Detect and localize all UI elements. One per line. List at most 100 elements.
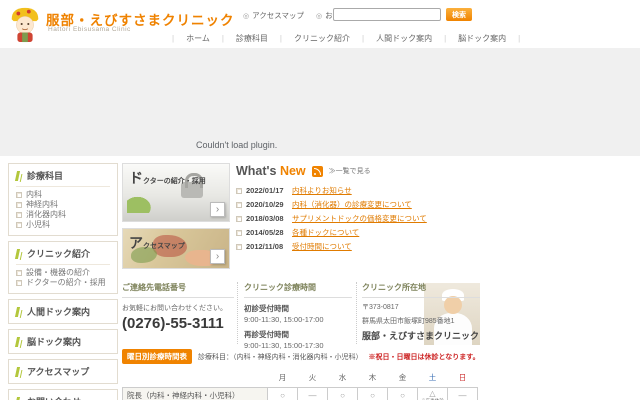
nav-item[interactable]: 脳ドック案内	[446, 33, 518, 44]
phone-section: ご連絡先電話番号 お気軽にお問い合わせください。 (0276)-55-3111	[122, 282, 234, 332]
sidebar-section-label: 人間ドック案内	[27, 307, 91, 317]
availability-symbol: ―	[308, 391, 317, 400]
schedule-holiday-note: ※祝日・日曜日は休診となります。	[368, 353, 480, 361]
day-header-水: 水	[338, 373, 347, 382]
sidebar-box: アクセスマップ	[8, 359, 118, 384]
utility-link-access-map[interactable]: ◎ アクセスマップ	[243, 10, 304, 21]
sidebar-item-label: 設備・機器の紹介	[26, 268, 90, 277]
availability-symbol: ―	[458, 391, 467, 400]
sidebar-item[interactable]: ドクターの紹介・採用	[16, 278, 110, 288]
banner-doctor-intro[interactable]: ドクターの紹介・採用 ›	[122, 163, 230, 222]
sidebar-section-title[interactable]: アクセスマップ	[14, 365, 110, 378]
square-bullet-icon	[236, 243, 242, 250]
day-header-土: 土	[428, 373, 437, 382]
column-divider	[237, 282, 238, 344]
day-header-木: 木	[368, 373, 377, 382]
news-link[interactable]: 各種ドックについて	[292, 227, 359, 238]
square-bullet-icon	[16, 270, 22, 276]
clinic-name: 服部・えびすさまクリニック	[362, 331, 480, 341]
page: 服部・えびすさまクリニック Hattori Ebisusama Clinic ◎…	[0, 0, 640, 400]
nav-item[interactable]: 診療科目	[224, 33, 280, 44]
main-nav: | ホーム | 診療科目 | クリニック紹介 | 人間ドック案内 | 脳ドック案内 |	[172, 33, 520, 44]
rss-icon[interactable]	[311, 165, 323, 177]
sidebar-box: 脳ドック案内	[8, 329, 118, 354]
sidebar-item[interactable]: 消化器内科	[16, 210, 110, 220]
banner-label: アクセスマップ	[129, 235, 185, 251]
square-bullet-icon	[16, 202, 22, 208]
schedule-cell: ―	[447, 387, 478, 400]
address: 群馬県太田市飯塚町985番地1	[362, 318, 455, 325]
square-bullet-icon	[236, 187, 242, 194]
square-bullet-icon	[16, 222, 22, 228]
availability-symbol: ○	[280, 391, 285, 400]
news-item: 2012/11/08 受付時間について	[236, 241, 480, 252]
schedule-corner-cell	[123, 370, 268, 388]
news-date: 2018/03/08	[246, 214, 284, 223]
plugin-error-message: Couldn't load plugin.	[196, 140, 278, 150]
sidebar-section-title[interactable]: お問い合わせ	[14, 395, 110, 400]
sidebar-item[interactable]: 神経内科	[16, 200, 110, 210]
list-marker-icon	[14, 396, 21, 400]
day-header-火: 火	[308, 373, 317, 382]
first-visit-label: 初診受付時間	[244, 304, 289, 313]
chevron-right-icon[interactable]: ›	[210, 249, 225, 264]
hours-section: クリニック診療時間 初診受付時間 9:00-11:30, 15:00-17:00…	[244, 282, 352, 350]
news-item: 2020/10/29 内科（消化器）の診療変更について	[236, 199, 480, 210]
nav-item[interactable]: 人間ドック案内	[364, 33, 444, 44]
sidebar-section-title[interactable]: クリニック紹介	[14, 247, 110, 260]
nav-item[interactable]: クリニック紹介	[282, 33, 362, 44]
news-link[interactable]: 内科（消化器）の診療変更について	[292, 199, 412, 210]
sidebar-section-title[interactable]: 診療科目	[14, 169, 110, 182]
sidebar-item[interactable]: 小児科	[16, 220, 110, 230]
sidebar-item[interactable]: 設備・機器の紹介	[16, 268, 110, 278]
list-marker-icon	[14, 248, 21, 259]
news-item: 2018/03/08 サプリメントドックの価格変更について	[236, 213, 480, 224]
news-date: 2014/05/28	[246, 228, 284, 237]
sidebar-item-label: ドクターの紹介・採用	[26, 278, 106, 287]
location-section-title: クリニック所在地	[362, 282, 480, 298]
column-divider	[356, 282, 357, 344]
news-item: 2014/05/28 各種ドックについて	[236, 227, 480, 238]
plant-decoration	[127, 195, 153, 213]
nav-separator: |	[518, 34, 521, 43]
schedule-subjects: 診療科目：（内科・神経内科・消化器内科・小児科）	[198, 353, 363, 361]
hours-section-title: クリニック診療時間	[244, 282, 352, 298]
double-arrow-icon: ≫	[328, 168, 336, 175]
square-bullet-icon	[236, 201, 242, 208]
search-input[interactable]	[333, 8, 441, 21]
news-date: 2022/01/17	[246, 186, 284, 195]
sidebar-item-label: 小児科	[26, 220, 50, 229]
day-header-月: 月	[278, 373, 287, 382]
sidebar-box: クリニック紹介 設備・機器の紹介 ドクターの紹介・採用	[8, 241, 118, 294]
banner-access-map[interactable]: アクセスマップ ›	[122, 228, 230, 269]
sidebar-item-label: 神経内科	[26, 200, 58, 209]
schedule-cell: △ ※午後休診	[417, 387, 448, 400]
chevron-right-icon[interactable]: ›	[210, 202, 225, 217]
whats-new-title: What's New	[236, 164, 306, 178]
schedule-row: 院長（内科・神経内科・小児科） ○ ― ○ ○ ○ △ ※午後休診 ―	[122, 387, 478, 400]
schedule-cell: ○	[327, 387, 358, 400]
search-button[interactable]: 検索	[446, 8, 472, 21]
schedule-section: 曜日別診療時間表 診療科目：（内科・神経内科・消化器内科・小児科） ※祝日・日曜…	[122, 349, 480, 400]
schedule-header-row: 月火水木金土日	[123, 370, 478, 388]
list-marker-icon	[14, 366, 21, 377]
sidebar-section-label: アクセスマップ	[27, 367, 90, 377]
sidebar-section-title[interactable]: 人間ドック案内	[14, 305, 110, 318]
view-all-news-link[interactable]: ≫一覧で見る	[329, 166, 371, 176]
sidebar-item[interactable]: 内科	[16, 190, 110, 200]
schedule-table: 月火水木金土日院長（内科・神経内科・小児科）○―○○○△※午後休診―副院長（内科…	[122, 370, 478, 400]
sidebar-section-label: クリニック紹介	[27, 249, 91, 259]
news-link[interactable]: 受付時間について	[292, 241, 352, 252]
nav-item[interactable]: ホーム	[174, 33, 222, 44]
sidebar-section-title[interactable]: 脳ドック案内	[14, 335, 110, 348]
sidebar-section-label: お問い合わせ	[27, 395, 81, 400]
sidebar-section-label: 脳ドック案内	[27, 337, 82, 347]
postal-code: 〒373-0817	[362, 304, 399, 311]
flash-plugin-area: Couldn't load plugin.	[0, 48, 640, 156]
news-item: 2022/01/17 内科よりお知らせ	[236, 185, 480, 196]
square-bullet-icon	[16, 212, 22, 218]
news-link[interactable]: 内科よりお知らせ	[292, 185, 352, 196]
schedule-cell: ○	[387, 387, 418, 400]
banner-label: ドクターの紹介・採用	[129, 170, 206, 186]
news-link[interactable]: サプリメントドックの価格変更について	[292, 213, 427, 224]
